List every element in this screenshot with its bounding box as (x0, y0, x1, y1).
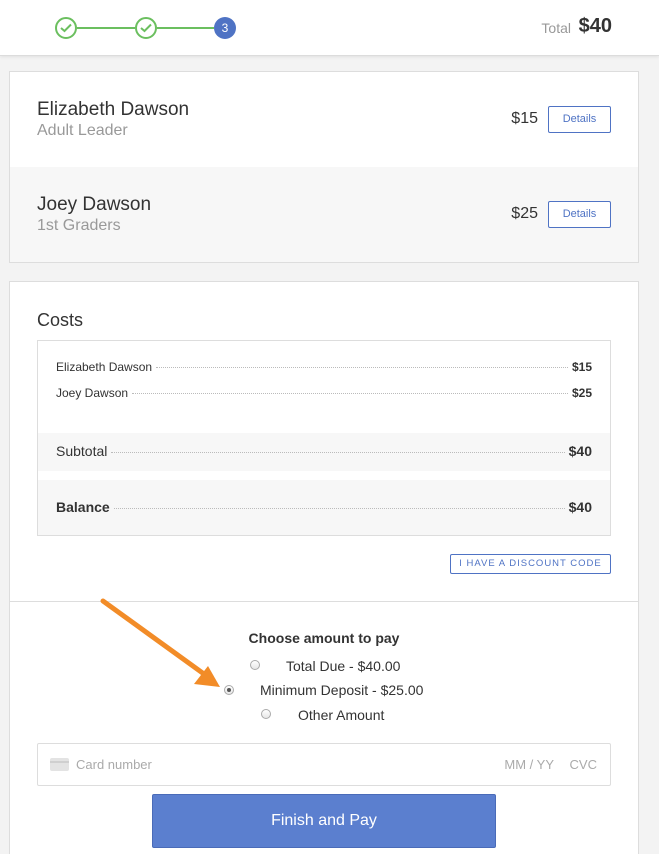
cost-line-amount: $15 (571, 360, 592, 374)
total-due-radio[interactable] (250, 660, 260, 670)
attendee-price: $15 (511, 110, 538, 127)
details-button[interactable]: Details (548, 106, 611, 133)
other-amount-radio[interactable] (261, 709, 271, 719)
check-icon (60, 23, 72, 33)
total-value: $40 (578, 15, 612, 37)
dot-leader (132, 393, 568, 394)
cost-line-label: Elizabeth Dawson (56, 360, 153, 374)
card-number-field[interactable]: Card number MM / YY CVC (37, 743, 611, 786)
dot-leader (113, 508, 565, 509)
step-3-current[interactable]: 3 (214, 17, 236, 39)
check-icon (140, 23, 152, 33)
attendee-name: Joey Dawson (37, 194, 152, 215)
balance-amount: $40 (568, 499, 592, 515)
cvc-placeholder[interactable]: CVC (570, 757, 597, 772)
costs-title: Costs (37, 310, 84, 330)
dot-leader (111, 452, 565, 453)
minimum-deposit-label[interactable]: Minimum Deposit - $25.00 (260, 682, 423, 698)
step-connector (157, 27, 214, 29)
step-connector (77, 27, 135, 29)
dot-leader (156, 367, 568, 368)
discount-code-button[interactable]: I HAVE A DISCOUNT CODE (450, 554, 611, 574)
cost-line-amount: $25 (571, 386, 592, 400)
subtotal-label: Subtotal (56, 443, 108, 459)
total-due-label[interactable]: Total Due - $40.00 (286, 658, 400, 674)
finish-and-pay-button[interactable]: Finish and Pay (152, 794, 496, 848)
balance-label: Balance (56, 499, 110, 515)
attendees-card: Elizabeth Dawson Adult Leader $15 Detail… (9, 71, 639, 263)
attendee-row: Joey Dawson 1st Graders $25 Details (10, 167, 638, 262)
other-amount-label[interactable]: Other Amount (298, 707, 384, 723)
total-label: Total (541, 20, 571, 36)
cost-line-label: Joey Dawson (56, 386, 129, 400)
attendee-role: Adult Leader (37, 122, 128, 139)
costs-table: Elizabeth Dawson $15 Joey Dawson $25 Sub… (37, 340, 611, 536)
expiry-placeholder[interactable]: MM / YY (504, 757, 554, 772)
subtotal-amount: $40 (568, 443, 592, 459)
checkout-header: 3 Total $40 (0, 0, 659, 56)
costs-card: Costs Elizabeth Dawson $15 Joey Dawson $… (9, 281, 639, 854)
subtotal-line: Subtotal $40 (56, 443, 592, 459)
details-button[interactable]: Details (548, 201, 611, 228)
cost-line: Joey Dawson $25 (56, 386, 592, 400)
attendee-row: Elizabeth Dawson Adult Leader $15 Detail… (10, 72, 638, 167)
step-2-complete[interactable] (135, 17, 157, 39)
attendee-price: $25 (511, 205, 538, 222)
credit-card-icon (50, 758, 69, 771)
attendee-role: 1st Graders (37, 217, 121, 234)
balance-line: Balance $40 (56, 499, 592, 515)
step-1-complete[interactable] (55, 17, 77, 39)
attendee-name: Elizabeth Dawson (37, 99, 190, 120)
annotation-arrow-icon (100, 598, 220, 687)
cost-line: Elizabeth Dawson $15 (56, 360, 592, 374)
card-number-placeholder[interactable]: Card number (76, 757, 152, 772)
